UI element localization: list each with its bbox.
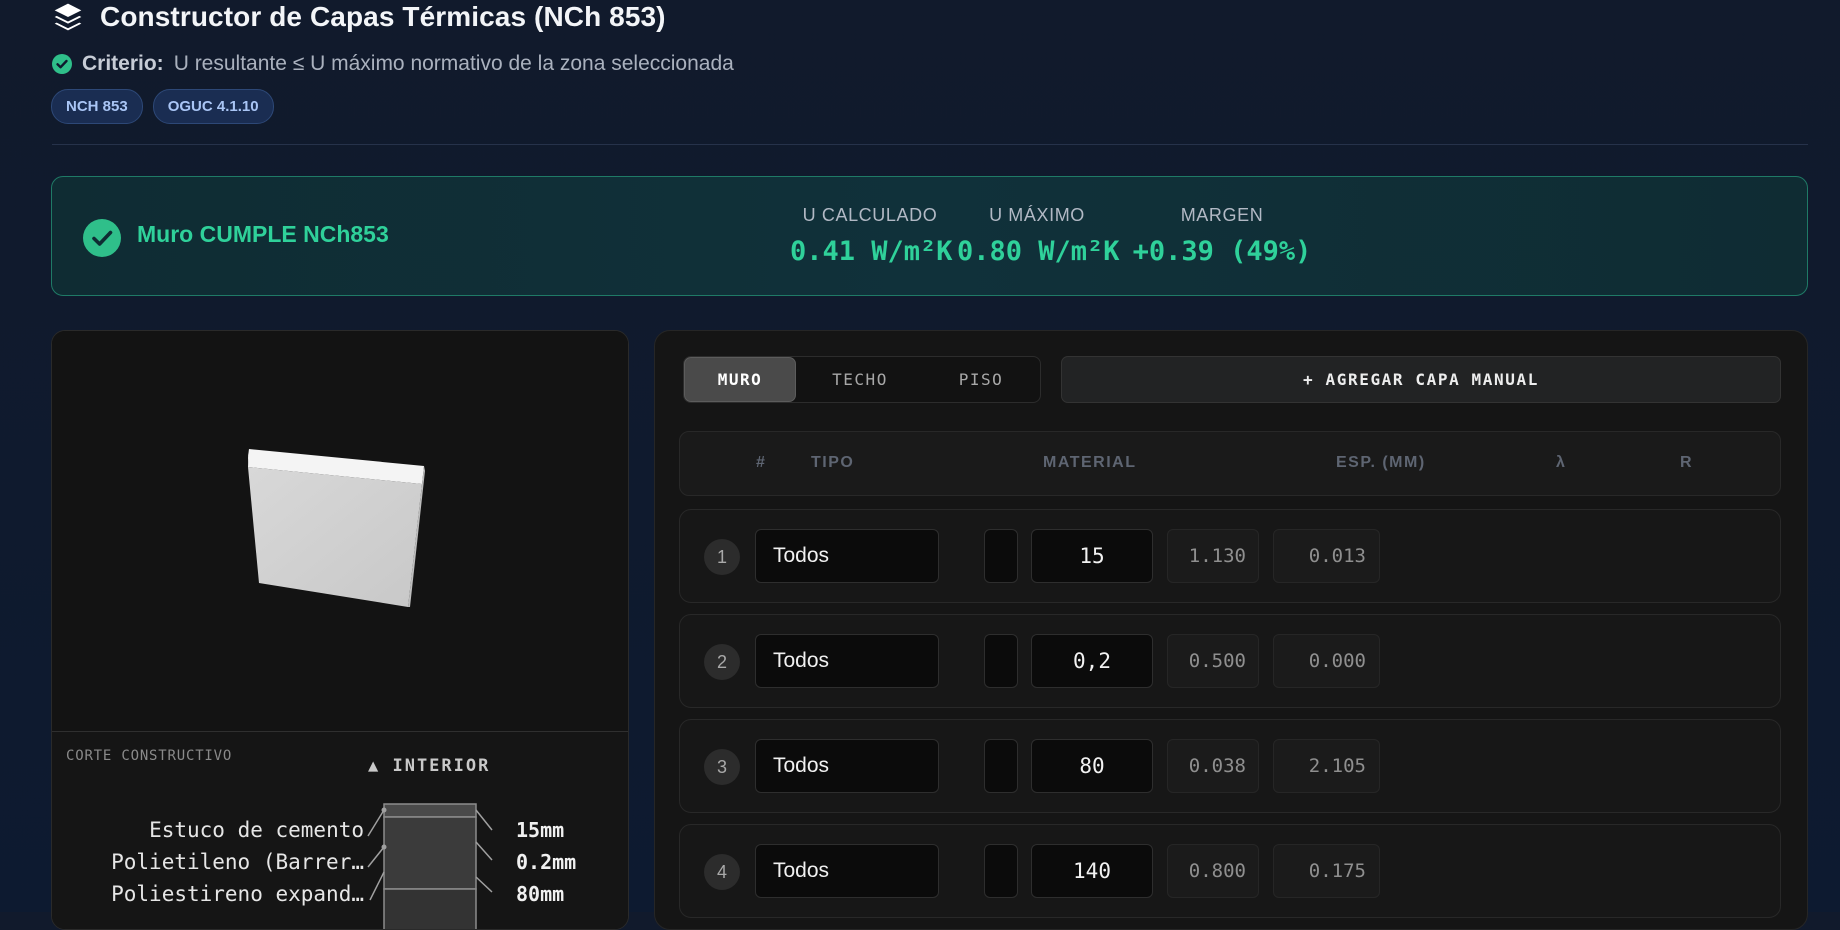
wall-3d-model bbox=[248, 449, 425, 607]
layer-row: 1 Todos 15 1.130 0.013 bbox=[679, 509, 1781, 603]
badge-oguc: OGUC 4.1.10 bbox=[152, 89, 274, 124]
espesor-input[interactable]: 0,2 bbox=[1031, 634, 1153, 688]
layer-number: 4 bbox=[704, 854, 740, 890]
wall-preview-panel: CORTE CONSTRUCTIVO ▲ INTERIOR Estuco de … bbox=[51, 330, 629, 930]
tipo-select[interactable]: Todos bbox=[755, 529, 939, 583]
tipo-select[interactable]: Todos bbox=[755, 739, 939, 793]
section-layer-thickness: 0.2mm bbox=[516, 850, 577, 874]
page-title: Constructor de Capas Térmicas (NCh 853) bbox=[100, 1, 666, 32]
criterio-label: Criterio: bbox=[82, 52, 164, 75]
layer-editor-panel: MURO TECHO PISO + AGREGAR CAPA MANUAL # … bbox=[654, 330, 1808, 930]
col-header-lambda: λ bbox=[1556, 454, 1567, 471]
criterio-line: Criterio: U resultante ≤ U máximo normat… bbox=[52, 52, 734, 76]
add-manual-layer-button[interactable]: + AGREGAR CAPA MANUAL bbox=[1061, 356, 1781, 403]
section-layer-name: Poliestireno expand… bbox=[111, 882, 364, 906]
metric-label: U MÁXIMO bbox=[989, 205, 1085, 225]
layer-row: 2 Todos 0,2 0.500 0.000 bbox=[679, 614, 1781, 708]
badge-nch853: NCH 853 bbox=[51, 89, 143, 124]
section-layer-name: Estuco de cemento bbox=[149, 818, 364, 842]
tipo-select[interactable]: Todos bbox=[755, 844, 939, 898]
section-layer-name: Polietileno (Barrer… bbox=[111, 850, 364, 874]
section-layer-thickness: 15mm bbox=[516, 818, 565, 842]
material-select[interactable] bbox=[984, 529, 1018, 583]
lambda-value: 0.800 bbox=[1167, 844, 1259, 898]
metric-label: U CALCULADO bbox=[802, 205, 938, 225]
constructive-section: CORTE CONSTRUCTIVO ▲ INTERIOR Estuco de … bbox=[52, 731, 628, 929]
col-header-espesor: ESP. (MM) bbox=[1336, 454, 1426, 471]
metric-label: MARGEN bbox=[1180, 205, 1264, 225]
material-select[interactable] bbox=[984, 739, 1018, 793]
r-value: 0.013 bbox=[1273, 529, 1380, 583]
espesor-input[interactable]: 140 bbox=[1031, 844, 1153, 898]
col-header-num: # bbox=[756, 454, 767, 471]
layer-row: 3 Todos 80 0.038 2.105 bbox=[679, 719, 1781, 813]
metric-margen: MARGEN +0.39 (49%) bbox=[1132, 205, 1312, 267]
layer-number: 1 bbox=[704, 539, 740, 575]
col-header-r: R bbox=[1680, 454, 1694, 471]
check-circle-icon bbox=[83, 219, 121, 257]
espesor-input[interactable]: 15 bbox=[1031, 529, 1153, 583]
norm-badges: NCH 853 OGUC 4.1.10 bbox=[51, 89, 274, 124]
r-value: 2.105 bbox=[1273, 739, 1380, 793]
header-divider bbox=[52, 144, 1808, 145]
tab-piso[interactable]: PISO bbox=[924, 357, 1038, 402]
tab-muro[interactable]: MURO bbox=[684, 357, 796, 402]
layers-icon bbox=[54, 3, 82, 31]
metric-u-maximo: U MÁXIMO 0.80 W/m²K bbox=[957, 205, 1120, 267]
r-value: 0.000 bbox=[1273, 634, 1380, 688]
status-message: Muro CUMPLE NCh853 bbox=[137, 221, 389, 247]
r-value: 0.175 bbox=[1273, 844, 1380, 898]
lambda-value: 1.130 bbox=[1167, 529, 1259, 583]
check-circle-icon bbox=[52, 54, 72, 74]
section-layer-thickness: 80mm bbox=[516, 882, 565, 906]
layer-row: 4 Todos 140 0.800 0.175 bbox=[679, 824, 1781, 918]
lambda-value: 0.500 bbox=[1167, 634, 1259, 688]
layers-table-header: # TIPO MATERIAL ESP. (MM) λ R bbox=[679, 431, 1781, 496]
metric-value: +0.39 (49%) bbox=[1132, 236, 1312, 267]
material-select[interactable] bbox=[984, 844, 1018, 898]
layer-number: 2 bbox=[704, 644, 740, 680]
material-select[interactable] bbox=[984, 634, 1018, 688]
col-header-tipo: TIPO bbox=[811, 454, 855, 471]
tab-techo[interactable]: TECHO bbox=[796, 357, 924, 402]
metric-value: 0.41 W/m²K bbox=[790, 236, 953, 267]
espesor-input[interactable]: 80 bbox=[1031, 739, 1153, 793]
col-header-material: MATERIAL bbox=[1043, 454, 1137, 471]
compliance-status-card: Muro CUMPLE NCh853 U CALCULADO 0.41 W/m²… bbox=[51, 176, 1808, 296]
element-type-tabs: MURO TECHO PISO bbox=[683, 356, 1041, 403]
3d-viewport[interactable] bbox=[52, 331, 628, 731]
page-header: Constructor de Capas Térmicas (NCh 853) bbox=[52, 0, 666, 34]
layer-number: 3 bbox=[704, 749, 740, 785]
metric-value: 0.80 W/m²K bbox=[957, 236, 1120, 267]
metric-u-calculado: U CALCULADO 0.41 W/m²K bbox=[790, 205, 953, 267]
lambda-value: 0.038 bbox=[1167, 739, 1259, 793]
tipo-select[interactable]: Todos bbox=[755, 634, 939, 688]
criterio-text: U resultante ≤ U máximo normativo de la … bbox=[173, 52, 734, 75]
